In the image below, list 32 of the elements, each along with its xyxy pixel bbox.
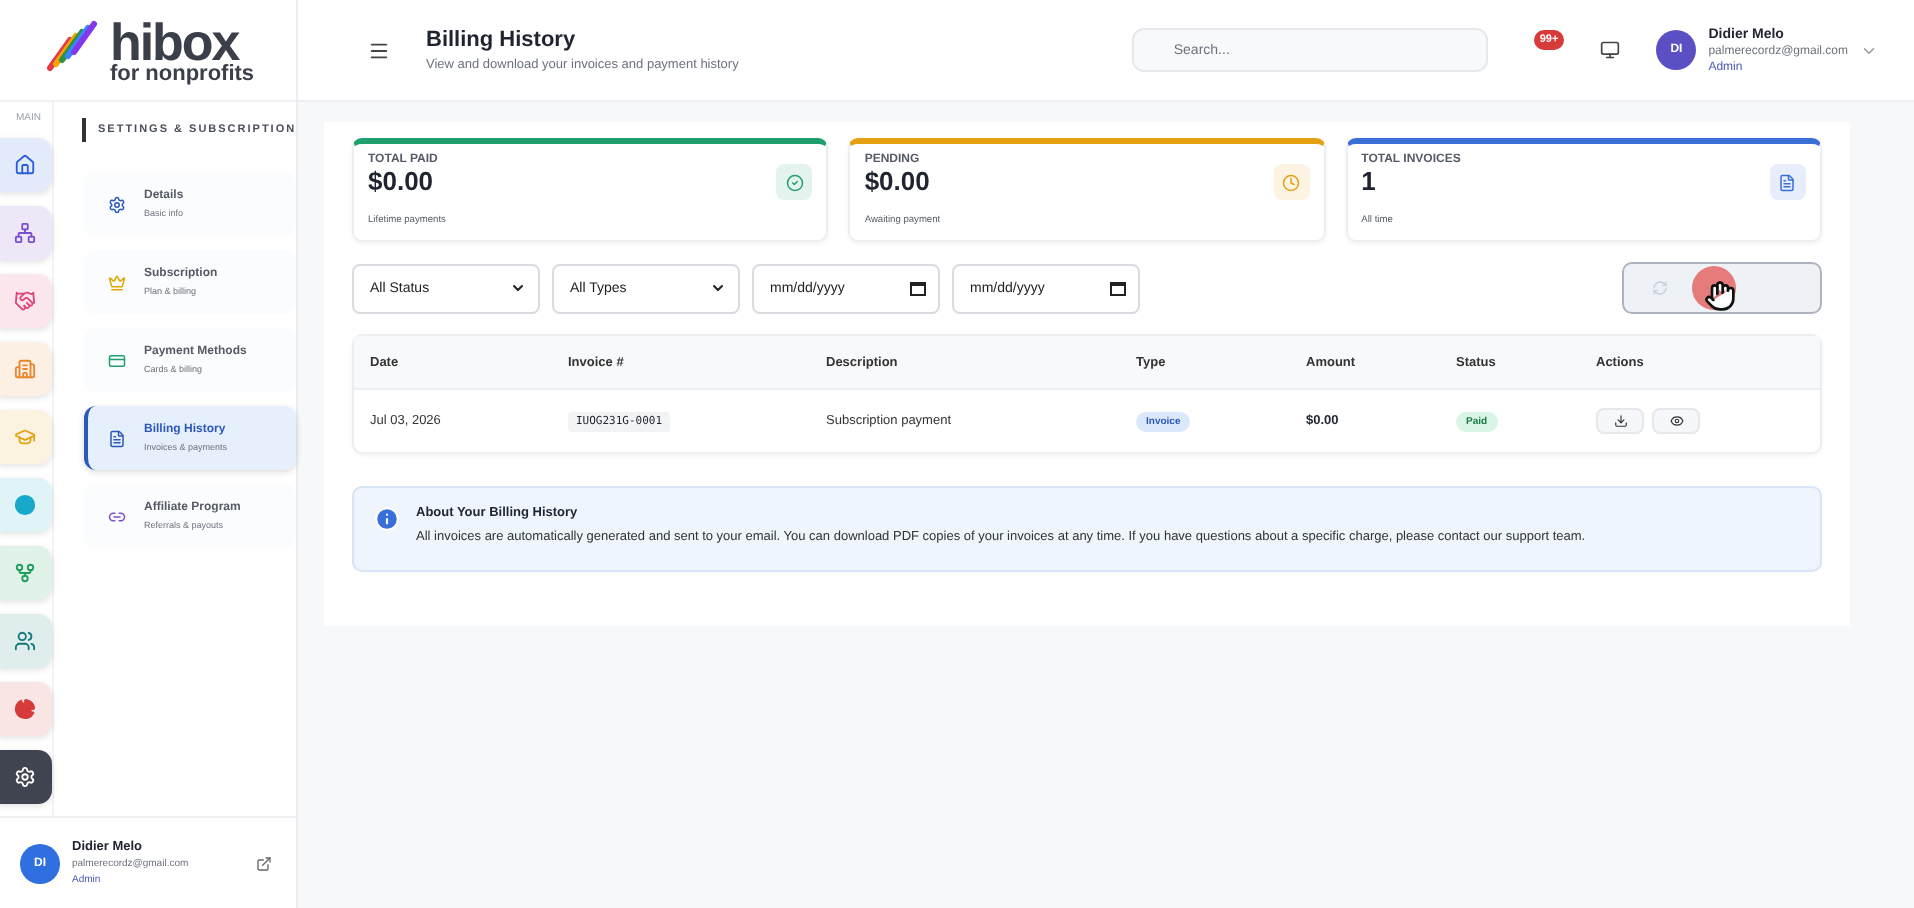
logo-tagline: for nonprofits <box>109 63 255 85</box>
download-button[interactable] <box>1596 408 1644 434</box>
rail-button[interactable] <box>0 614 52 668</box>
menu-icon[interactable] <box>368 39 390 61</box>
monitor-icon[interactable] <box>1600 40 1621 60</box>
stat-value: $0.00 <box>864 166 932 196</box>
calendar-icon <box>1110 280 1126 296</box>
page-title: Billing History <box>426 28 578 52</box>
clock-icon <box>1273 164 1310 200</box>
rail-button[interactable] <box>0 750 52 804</box>
crown-icon <box>108 273 126 291</box>
view-button[interactable] <box>1652 408 1700 434</box>
link-icon <box>108 507 126 525</box>
eye-icon <box>1669 414 1683 428</box>
logo-name: hibox <box>109 15 240 67</box>
document-icon <box>1769 164 1806 200</box>
card-icon <box>108 351 126 369</box>
sync-button[interactable] <box>1622 262 1822 314</box>
external-link-icon[interactable] <box>256 855 272 871</box>
info-icon <box>374 506 400 532</box>
refresh-icon <box>1652 280 1668 296</box>
chevron-down-icon <box>510 280 526 296</box>
stat-value: $0.00 <box>368 166 436 196</box>
rail-button[interactable] <box>0 206 52 260</box>
rail-button[interactable] <box>0 138 52 192</box>
stat-value: 1 <box>1361 166 1378 196</box>
gear-icon <box>108 195 126 213</box>
document-icon <box>108 429 126 447</box>
chevron-down-icon <box>710 280 726 296</box>
rail-button[interactable] <box>0 682 52 736</box>
calendar-icon <box>910 280 926 296</box>
download-icon <box>1613 414 1627 428</box>
